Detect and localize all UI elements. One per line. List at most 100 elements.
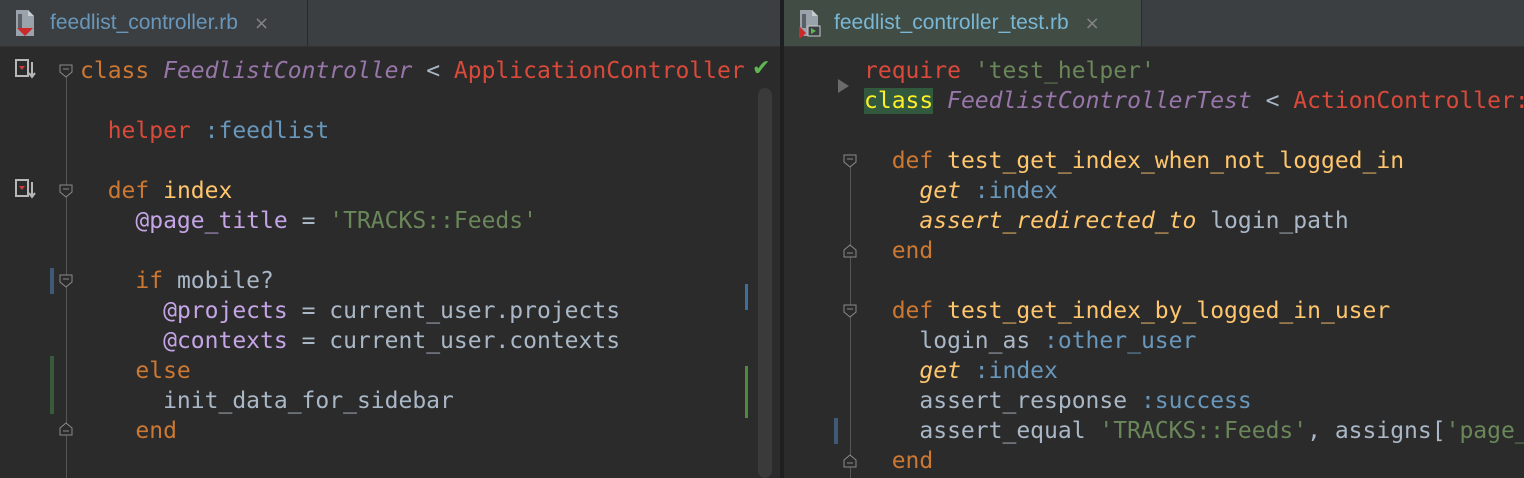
- code-token: end: [80, 418, 177, 444]
- code-token: 'TRACKS::Feeds': [329, 208, 537, 234]
- vcs-modified-marker[interactable]: [834, 418, 838, 444]
- code-token: assert_equal: [864, 418, 1100, 444]
- code-token: @contexts: [163, 328, 288, 354]
- right-code-area[interactable]: require 'test_helper' class FeedlistContr…: [864, 46, 1524, 478]
- code-token: , assigns[: [1307, 418, 1446, 444]
- fold-collapse-icon[interactable]: [59, 64, 73, 78]
- code-line[interactable]: @contexts = current_user.contexts: [80, 326, 620, 356]
- code-line[interactable]: assert_response :success: [864, 386, 1252, 416]
- code-token: <: [1251, 88, 1294, 114]
- code-token: 'TRACKS::Feeds': [1099, 418, 1308, 444]
- tab-label: feedlist_controller.rb: [50, 11, 238, 34]
- change-marker-added[interactable]: [745, 366, 748, 418]
- code-token: :feedlist: [204, 118, 330, 144]
- code-line[interactable]: require 'test_helper': [864, 56, 1155, 86]
- code-token: def: [864, 298, 948, 324]
- code-line[interactable]: assert_equal 'TRACKS::Feeds', assigns['p…: [864, 416, 1524, 446]
- code-token: require: [864, 58, 975, 84]
- fold-end-icon[interactable]: [59, 422, 73, 436]
- code-token: class: [80, 58, 164, 84]
- fold-collapse-icon[interactable]: [59, 184, 73, 198]
- code-token: FeedlistControllerTest: [947, 88, 1252, 114]
- code-line[interactable]: get :index: [864, 176, 1058, 206]
- code-token: helper: [80, 118, 205, 144]
- code-token: def: [864, 148, 948, 174]
- code-token: <: [412, 58, 454, 84]
- code-token: login_path: [1196, 208, 1349, 234]
- code-token: login_as: [864, 328, 1045, 354]
- code-token: test_get_index_when_not_logged_in: [947, 148, 1405, 174]
- code-line[interactable]: else: [80, 356, 191, 386]
- code-token: mobile?: [176, 268, 274, 294]
- code-line[interactable]: class FeedlistController < ApplicationCo…: [80, 56, 745, 86]
- code-line[interactable]: end: [864, 446, 934, 476]
- code-line[interactable]: def index: [80, 176, 233, 206]
- implemented-method-icon[interactable]: [14, 58, 36, 82]
- code-line[interactable]: end: [80, 416, 177, 446]
- vcs-added-marker[interactable]: [50, 356, 54, 414]
- code-line[interactable]: get :index: [864, 356, 1058, 386]
- code-token: init_data_for_sidebar: [80, 388, 454, 414]
- implemented-method-icon[interactable]: [14, 178, 36, 202]
- code-token: =: [287, 208, 330, 234]
- close-icon[interactable]: ×: [254, 13, 269, 34]
- ruby-test-file-icon: [796, 8, 822, 40]
- right-tab-bar: feedlist_controller_test.rb ×: [784, 0, 1524, 47]
- code-token: end: [864, 238, 934, 264]
- code-token: @projects: [163, 298, 288, 324]
- tab-label: feedlist_controller_test.rb: [834, 11, 1069, 34]
- code-token: assert_redirected_to: [919, 208, 1197, 234]
- code-line[interactable]: @projects = current_user.projects: [80, 296, 620, 326]
- code-line[interactable]: init_data_for_sidebar: [80, 386, 454, 416]
- code-token: else: [80, 358, 191, 384]
- no-problems-icon[interactable]: ✔: [752, 56, 770, 81]
- code-token: :index: [974, 358, 1058, 384]
- code-line[interactable]: def test_get_index_by_logged_in_user: [864, 296, 1391, 326]
- code-line[interactable]: class FeedlistControllerTest < ActionCon…: [864, 86, 1524, 116]
- code-token: end: [864, 448, 934, 474]
- code-token: test_get_index_by_logged_in_user: [947, 298, 1391, 324]
- code-token: index: [163, 178, 233, 204]
- code-token: @page_title: [135, 208, 288, 234]
- code-token: :other_user: [1044, 328, 1197, 354]
- code-token: ActionController::TestCase: [1293, 88, 1524, 114]
- change-marker-modified[interactable]: [745, 284, 748, 310]
- code-token: :success: [1140, 388, 1252, 414]
- tab-feedlist-controller-test[interactable]: feedlist_controller_test.rb ×: [784, 0, 1142, 46]
- code-line[interactable]: if mobile?: [80, 266, 274, 296]
- left-editor-pane: feedlist_controller.rb × class FeedlistC…: [0, 0, 780, 478]
- code-token: 'page_title': [1445, 418, 1524, 444]
- fold-end-icon[interactable]: [843, 244, 857, 258]
- code-line[interactable]: @page_title = 'TRACKS::Feeds': [80, 206, 537, 236]
- code-token: = current_user.contexts: [287, 328, 621, 354]
- fold-collapse-icon[interactable]: [59, 274, 73, 288]
- fold-collapse-icon[interactable]: [843, 304, 857, 318]
- code-token: ApplicationController: [453, 58, 745, 84]
- code-token: class: [864, 88, 934, 114]
- close-icon[interactable]: ×: [1085, 13, 1100, 34]
- tab-feedlist-controller[interactable]: feedlist_controller.rb ×: [0, 0, 308, 46]
- fold-end-icon[interactable]: [843, 454, 857, 468]
- left-scrollbar[interactable]: [758, 88, 772, 478]
- right-gutter: [784, 46, 864, 478]
- code-line[interactable]: end: [864, 236, 934, 266]
- fold-collapse-icon[interactable]: [843, 154, 857, 168]
- code-line[interactable]: login_as :other_user: [864, 326, 1196, 356]
- run-test-icon[interactable]: [836, 78, 850, 94]
- left-code-area[interactable]: class FeedlistController < ApplicationCo…: [80, 46, 750, 478]
- ruby-file-icon: [12, 8, 38, 38]
- code-token: get: [919, 178, 961, 204]
- vcs-modified-marker[interactable]: [50, 268, 54, 294]
- code-line[interactable]: helper :feedlist: [80, 116, 330, 146]
- code-line[interactable]: def test_get_index_when_not_logged_in: [864, 146, 1404, 176]
- code-token: if: [80, 268, 177, 294]
- code-token: def: [80, 178, 164, 204]
- code-line[interactable]: assert_redirected_to login_path: [864, 206, 1349, 236]
